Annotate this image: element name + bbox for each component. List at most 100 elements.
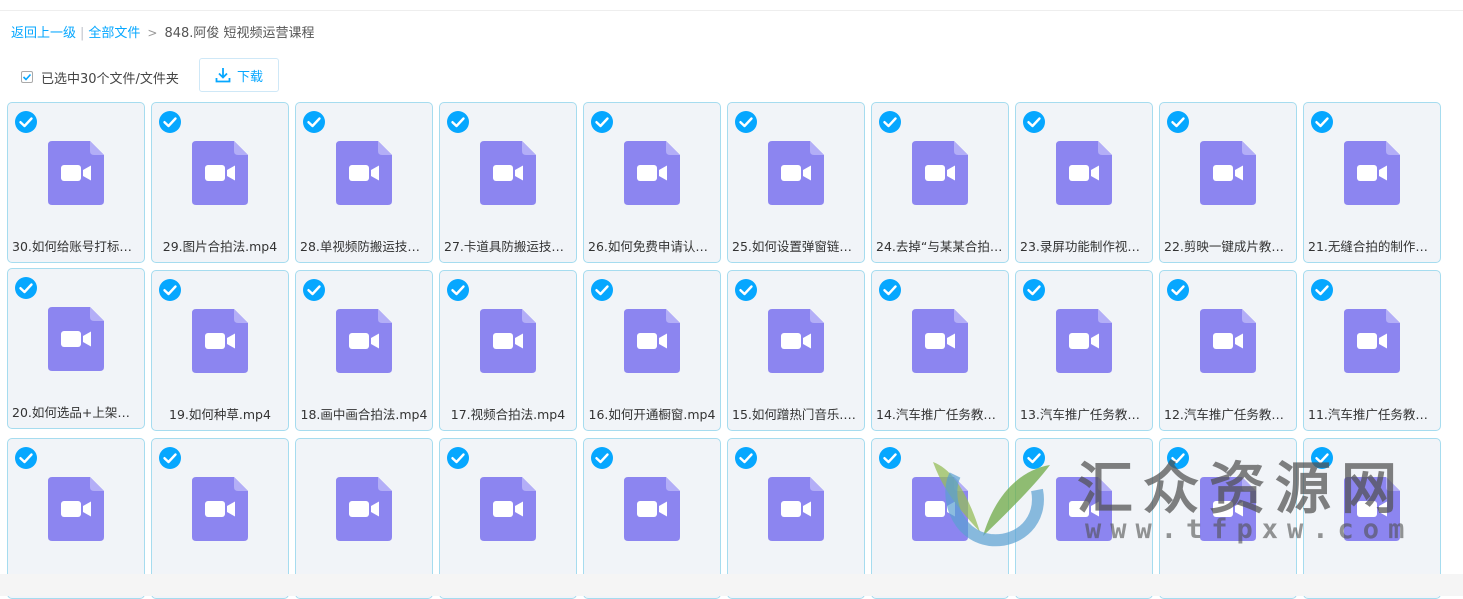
checkbox-checked-icon[interactable] (302, 110, 326, 134)
file-name: 13.汽车推广任务教程.mp4 (1020, 407, 1148, 422)
file-name: 29.图片合拍法.mp4 (162, 239, 278, 254)
file-tile[interactable]: 29.图片合拍法.mp4 (151, 102, 289, 263)
video-file-icon (480, 477, 536, 541)
checkbox-checked-icon[interactable] (158, 110, 182, 134)
file-tile[interactable]: 19.如何种草.mp4 (151, 270, 289, 431)
back-link[interactable]: 返回上一级 (11, 26, 76, 41)
video-file-icon (624, 477, 680, 541)
video-file-icon (1344, 477, 1400, 541)
checkbox-checked-icon[interactable] (590, 110, 614, 134)
checkbox-checked-icon[interactable] (734, 110, 758, 134)
file-tile[interactable]: 17.视频合拍法.mp4 (439, 270, 577, 431)
video-file-icon (768, 477, 824, 541)
checkbox-checked-icon[interactable] (1310, 278, 1334, 302)
checkbox-checked-icon[interactable] (1022, 110, 1046, 134)
checkbox-checked-icon[interactable] (1310, 446, 1334, 470)
checkbox-checked-icon[interactable] (14, 110, 38, 134)
video-file-icon (48, 307, 104, 371)
video-file-icon (1200, 309, 1256, 373)
checkbox-checked-icon[interactable] (1166, 278, 1190, 302)
checkbox-checked-icon[interactable] (1022, 278, 1046, 302)
checkbox-checked-icon[interactable] (158, 446, 182, 470)
file-name: 22.剪映一键成片教程.mp4 (1164, 239, 1292, 254)
video-file-icon (912, 141, 968, 205)
checkbox-checked-icon[interactable] (14, 446, 38, 470)
download-button[interactable]: 下载 (199, 58, 279, 92)
video-file-icon (1200, 141, 1256, 205)
file-tile[interactable]: 15.如何蹭热门音乐.mp4 (727, 270, 865, 431)
file-tile[interactable]: 11.汽车推广任务教程.mp4 (1303, 270, 1441, 431)
file-name: 20.如何选品+上架商品.mp4 (12, 405, 140, 420)
checkbox-checked-icon[interactable] (878, 278, 902, 302)
checkbox-checked-icon[interactable] (1310, 110, 1334, 134)
file-name: 24.去掉“与某某合拍”.mp4 (876, 239, 1004, 254)
video-file-icon (336, 309, 392, 373)
video-file-icon (912, 309, 968, 373)
selection-toolbar: 已选中30个文件/文件夹 下载 (0, 58, 1463, 96)
file-tile[interactable]: 26.如何免费申请认证.mp4 (583, 102, 721, 263)
video-file-icon (480, 141, 536, 205)
video-file-icon (192, 477, 248, 541)
file-name: 21.无缝合拍的制作方法.mp4 (1308, 239, 1436, 254)
file-tile[interactable]: 27.卡道具防搬运技巧.mp4 (439, 102, 577, 263)
file-tile[interactable]: 12.汽车推广任务教程.mp4 (1159, 270, 1297, 431)
checkbox-checked-icon[interactable] (21, 71, 33, 83)
video-file-icon (1200, 477, 1256, 541)
checkbox-checked-icon[interactable] (878, 110, 902, 134)
file-name: 18.画中画合拍法.mp4 (300, 407, 428, 422)
file-name: 15.如何蹭热门音乐.mp4 (732, 407, 860, 422)
checkbox-checked-icon[interactable] (1022, 446, 1046, 470)
breadcrumb: 返回上一级 | 全部文件 >848.阿俊 短视频运营课程 (11, 24, 315, 43)
video-file-icon (624, 141, 680, 205)
video-file-icon (480, 309, 536, 373)
file-tile[interactable]: 24.去掉“与某某合拍”.mp4 (871, 102, 1009, 263)
checkbox-checked-icon[interactable] (1166, 110, 1190, 134)
file-tile[interactable]: 13.汽车推广任务教程.mp4 (1015, 270, 1153, 431)
video-file-icon (768, 309, 824, 373)
video-file-icon (912, 477, 968, 541)
bottom-bar (0, 574, 1463, 596)
current-folder: 848.阿俊 短视频运营课程 (164, 26, 315, 41)
checkbox-checked-icon[interactable] (158, 278, 182, 302)
checkbox-checked-icon[interactable] (590, 446, 614, 470)
file-tile[interactable]: 20.如何选品+上架商品.mp4 (7, 268, 145, 429)
file-tile[interactable]: 18.画中画合拍法.mp4 (295, 270, 433, 431)
file-name: 30.如何给账号打标签.mp4 (12, 239, 140, 254)
checkbox-checked-icon[interactable] (734, 446, 758, 470)
file-name: 11.汽车推广任务教程.mp4 (1308, 407, 1436, 422)
checkbox-checked-icon[interactable] (590, 278, 614, 302)
file-name: 14.汽车推广任务教程.mp4 (876, 407, 1004, 422)
checkbox-checked-icon[interactable] (878, 446, 902, 470)
checkbox-checked-icon[interactable] (14, 276, 38, 300)
video-file-icon (768, 141, 824, 205)
checkbox-checked-icon[interactable] (734, 278, 758, 302)
file-tile[interactable]: 22.剪映一键成片教程.mp4 (1159, 102, 1297, 263)
file-tile[interactable]: 25.如何设置弹窗链接.mp4 (727, 102, 865, 263)
file-tile[interactable]: 21.无缝合拍的制作方法.mp4 (1303, 102, 1441, 263)
checkbox-checked-icon[interactable] (446, 278, 470, 302)
file-tile[interactable]: 14.汽车推广任务教程.mp4 (871, 270, 1009, 431)
video-file-icon (48, 141, 104, 205)
file-tile[interactable]: 23.录屏功能制作视频.mp4 (1015, 102, 1153, 263)
file-tile[interactable]: 16.如何开通橱窗.mp4 (583, 270, 721, 431)
file-name: 25.如何设置弹窗链接.mp4 (732, 239, 860, 254)
file-name: 26.如何免费申请认证.mp4 (588, 239, 716, 254)
checkbox-checked-icon[interactable] (1166, 446, 1190, 470)
file-name: 27.卡道具防搬运技巧.mp4 (444, 239, 572, 254)
file-name: 28.单视频防搬运技巧.mp4 (300, 239, 428, 254)
video-file-icon (336, 477, 392, 541)
breadcrumb-separator: | (80, 26, 85, 41)
checkbox-checked-icon[interactable] (446, 110, 470, 134)
all-files-link[interactable]: 全部文件 (88, 26, 140, 41)
video-file-icon (1344, 309, 1400, 373)
video-file-icon (1344, 141, 1400, 205)
checkbox-checked-icon[interactable] (302, 278, 326, 302)
file-name: 17.视频合拍法.mp4 (450, 407, 566, 422)
file-name: 16.如何开通橱窗.mp4 (588, 407, 716, 422)
file-tile[interactable]: 28.单视频防搬运技巧.mp4 (295, 102, 433, 263)
file-name: 23.录屏功能制作视频.mp4 (1020, 239, 1148, 254)
download-icon (215, 68, 231, 83)
file-name: 12.汽车推广任务教程.mp4 (1164, 407, 1292, 422)
file-tile[interactable]: 30.如何给账号打标签.mp4 (7, 102, 145, 263)
checkbox-checked-icon[interactable] (446, 446, 470, 470)
